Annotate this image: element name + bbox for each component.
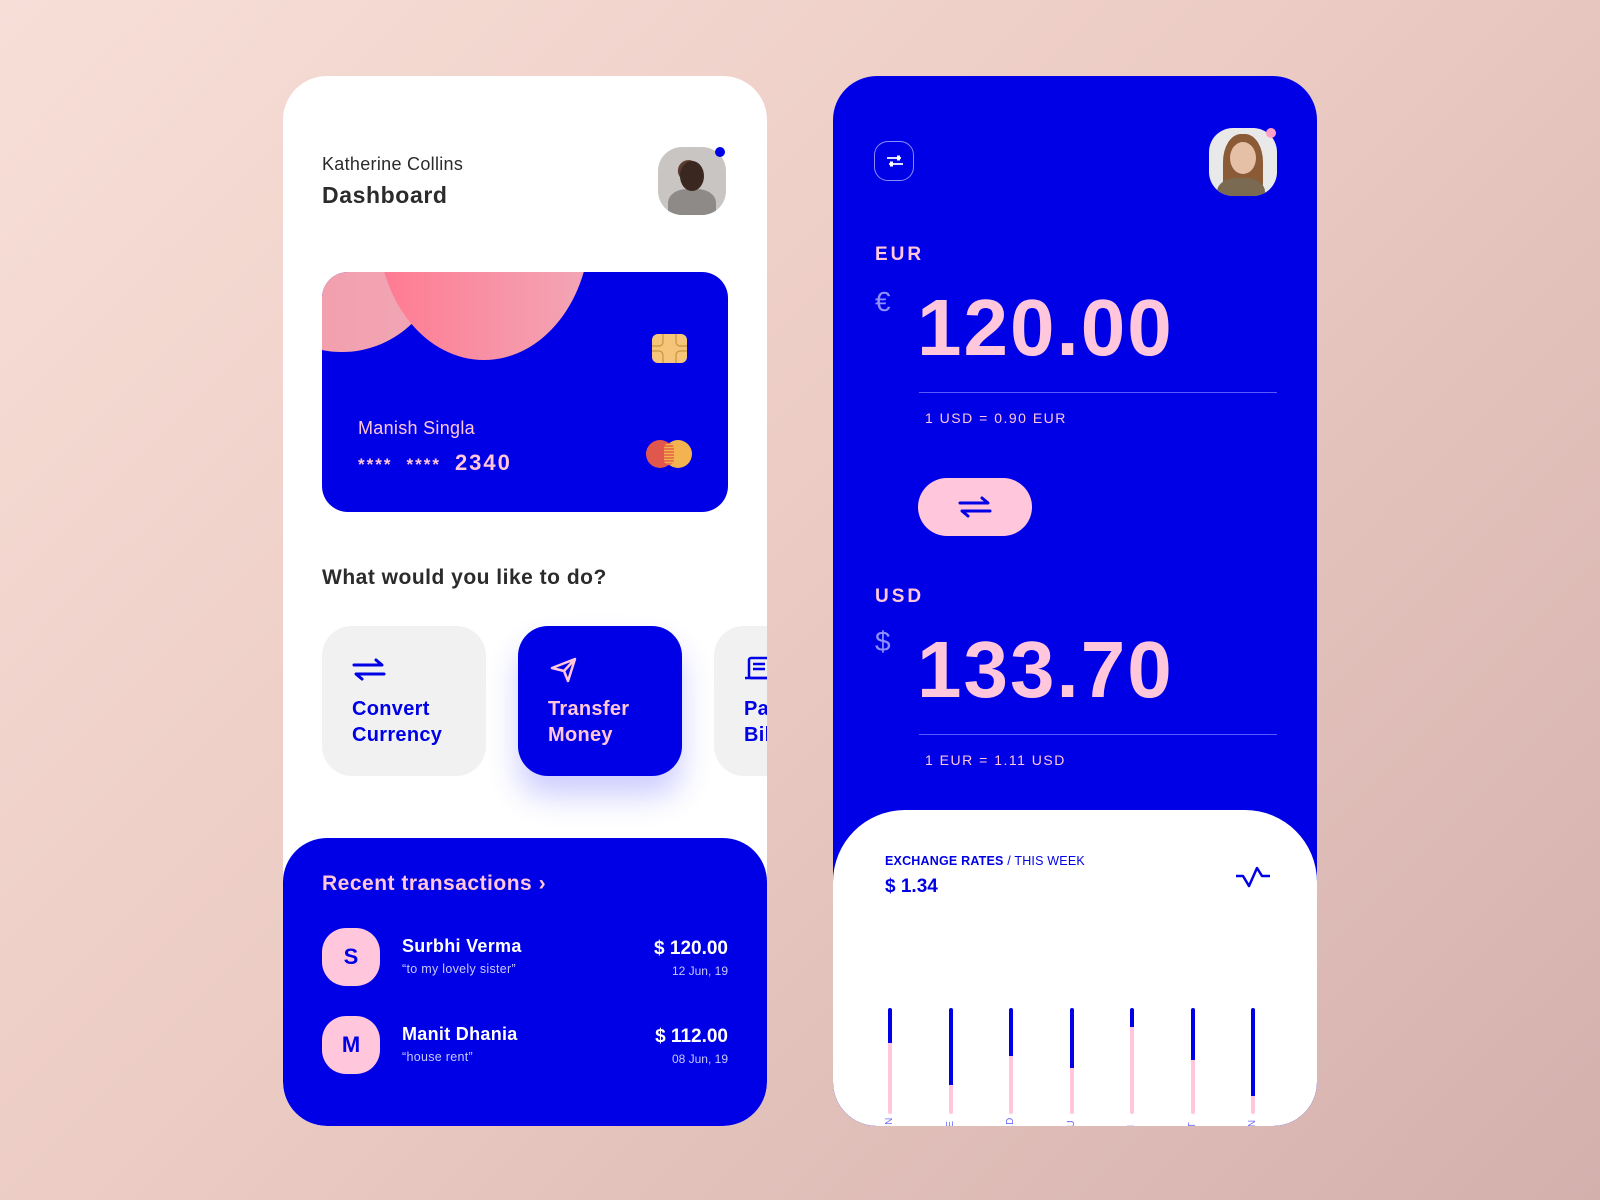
avatar-body	[668, 189, 716, 215]
action-label: PayBills	[744, 698, 767, 746]
chart-bar-fill	[1069, 1068, 1074, 1114]
chart-bar-remaining	[1009, 1008, 1013, 1056]
notification-dot	[1266, 128, 1276, 138]
card-decoration-circle	[378, 272, 590, 360]
avatar[interactable]	[1209, 128, 1277, 196]
chart-bar-fill	[1130, 1027, 1134, 1114]
transaction-note: “to my lovely sister”	[402, 962, 516, 976]
chart-bar-fill	[948, 1085, 953, 1114]
recent-transactions-panel: Recent transactions › S Surbhi Verma “to…	[283, 838, 767, 1126]
from-amount[interactable]: 120.00	[917, 288, 1174, 368]
chart-bar-fri	[1130, 1008, 1134, 1114]
activity-icon[interactable]	[1235, 866, 1271, 890]
card-mask: ****	[406, 455, 441, 474]
chart-bar-fill	[1190, 1059, 1195, 1114]
notification-dot	[715, 147, 725, 157]
avatar[interactable]	[658, 147, 726, 215]
chart-bar-remaining	[1130, 1008, 1134, 1028]
transaction-note: “house rent”	[402, 1050, 473, 1064]
divider	[919, 392, 1277, 393]
chevron-right-icon: ›	[538, 872, 547, 895]
swap-currency-button[interactable]	[918, 478, 1032, 536]
send-icon	[550, 657, 577, 683]
from-rate: 1 USD = 0.90 EUR	[925, 410, 1067, 426]
filter-button[interactable]	[874, 141, 914, 181]
transaction-name: Surbhi Verma	[402, 936, 522, 956]
chart-bar-sun	[1251, 1008, 1255, 1114]
swap-arrows-icon	[352, 658, 386, 681]
chart-bar-thu	[1069, 1008, 1074, 1114]
chart-bar-mon	[888, 1008, 892, 1114]
chart-tick-label: MON	[884, 1117, 895, 1126]
transaction-row[interactable]: M Manit Dhania “house rent” $ 112.00 08 …	[322, 1016, 728, 1076]
chart-tick-label: SAT	[1187, 1122, 1198, 1126]
pay-bills-button[interactable]: PayBills	[714, 626, 767, 776]
action-label: Convert Currency	[352, 698, 443, 746]
card-number: **** **** 2340	[358, 450, 512, 476]
recent-transactions-link[interactable]: Recent transactions ›	[322, 872, 546, 896]
chart-bar-wed	[1009, 1008, 1013, 1114]
chart-bar-fill	[1251, 1095, 1255, 1114]
chart-bar-remaining	[888, 1008, 892, 1043]
to-rate: 1 EUR = 1.11 USD	[925, 752, 1066, 768]
user-name: Katherine Collins	[322, 154, 464, 174]
to-currency-code: USD	[875, 586, 925, 607]
transaction-amount: $ 120.00	[654, 938, 728, 959]
chart-bar-remaining	[1069, 1008, 1074, 1069]
chart-bar-remaining	[1251, 1008, 1255, 1096]
swap-arrows-icon	[958, 496, 992, 518]
converter-screen: EUR € 120.00 1 USD = 0.90 EUR USD $ 133.…	[833, 76, 1317, 1126]
transaction-avatar: S	[322, 928, 380, 986]
rates-title: EXCHANGE RATES / THIS WEEK	[885, 854, 1085, 868]
convert-currency-button[interactable]: Convert Currency	[322, 626, 486, 776]
action-label: Transfer Money	[548, 698, 630, 746]
transaction-amount: $ 112.00	[655, 1026, 728, 1047]
chart-tick-label: TUE	[945, 1121, 956, 1127]
chart-bar-sat	[1190, 1008, 1195, 1114]
card-mask: ****	[358, 455, 393, 474]
euro-symbol-icon: €	[875, 286, 891, 317]
chart-bar-fill	[1009, 1055, 1013, 1114]
receipt-icon	[745, 656, 767, 680]
dashboard-screen: Katherine Collins Dashboard Manish Singl…	[283, 76, 767, 1126]
transfer-money-button[interactable]: Transfer Money	[518, 626, 682, 776]
transaction-row[interactable]: S Surbhi Verma “to my lovely sister” $ 1…	[322, 928, 728, 988]
chart-tick-label: SUN	[1247, 1119, 1258, 1126]
chart-bar-fill	[888, 1042, 892, 1114]
card-holder-name: Manish Singla	[358, 418, 475, 438]
transaction-name: Manit Dhania	[402, 1024, 518, 1044]
transaction-date: 08 Jun, 19	[671, 1052, 728, 1066]
transaction-avatar: M	[322, 1016, 380, 1074]
chart-tick-label: WED	[1005, 1117, 1016, 1126]
card-last4: 2340	[454, 450, 512, 475]
chart-bar-remaining	[948, 1008, 953, 1086]
avatar-face	[1230, 142, 1256, 174]
to-amount[interactable]: 133.70	[917, 630, 1174, 710]
credit-card[interactable]: Manish Singla **** **** 2340	[322, 272, 728, 512]
sliders-icon	[887, 155, 903, 167]
chart-bar-remaining	[1190, 1008, 1195, 1060]
avatar-face	[680, 161, 704, 191]
divider	[919, 734, 1277, 735]
transaction-date: 12 Jun, 19	[671, 964, 728, 978]
page-title: Dashboard	[322, 182, 448, 208]
rates-value: $ 1.34	[885, 876, 938, 897]
chart-tick-label: FRI	[1126, 1124, 1137, 1126]
dollar-symbol-icon: $	[875, 626, 891, 657]
from-currency-code: EUR	[875, 244, 925, 265]
chart-tick-label: THU	[1066, 1120, 1077, 1126]
exchange-rates-panel: EXCHANGE RATES / THIS WEEK $ 1.34 MON TUE…	[833, 810, 1317, 1126]
avatar-body	[1217, 178, 1265, 196]
chip-icon	[652, 334, 687, 363]
chart-bar-tue	[948, 1008, 953, 1114]
mastercard-logo-icon	[646, 440, 694, 468]
section-heading: What would you like to do?	[322, 566, 607, 589]
